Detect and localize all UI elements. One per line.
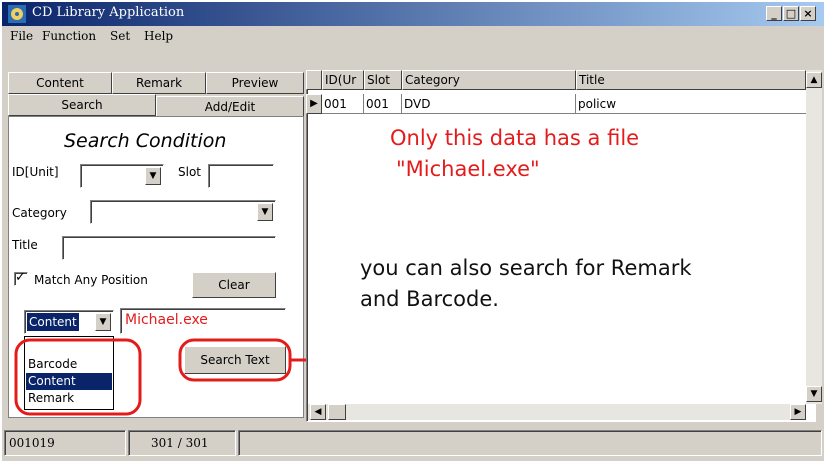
scroll-up-button[interactable]: ▲	[806, 72, 822, 88]
dropdown-highlight-oval	[14, 338, 142, 416]
horizontal-scroll-thumb[interactable]	[328, 404, 346, 420]
column-header-id[interactable]: ID(Ur	[322, 70, 364, 90]
scroll-down-button[interactable]: ▼	[806, 386, 822, 402]
row-selector-icon[interactable]: ▶	[306, 94, 322, 114]
annotation-note-1-line-2: "Michael.exe"	[396, 157, 540, 181]
cell-id[interactable]: 001	[322, 94, 364, 114]
annotation-note-2-line-1: you can also search for Remark	[360, 256, 692, 280]
cell-title[interactable]: policw	[576, 94, 806, 114]
column-header-category[interactable]: Category	[402, 70, 576, 90]
status-extra	[238, 430, 822, 456]
search-button-highlight-oval	[178, 338, 292, 382]
scroll-left-button[interactable]: ◀	[310, 404, 326, 420]
column-header-title[interactable]: Title	[576, 70, 806, 90]
cell-slot[interactable]: 001	[364, 94, 402, 114]
results-grid[interactable]	[306, 70, 816, 422]
status-record-id: 001019	[4, 430, 126, 456]
annotation-note-1-line-1: Only this data has a file	[390, 126, 640, 150]
status-record-count: 301 / 301	[128, 430, 236, 456]
column-header-slot[interactable]: Slot	[364, 70, 402, 90]
annotation-note-2-line-2: and Barcode.	[360, 287, 499, 311]
vertical-scrollbar[interactable]	[806, 70, 822, 404]
cell-category[interactable]: DVD	[402, 94, 576, 114]
scroll-right-button[interactable]: ▶	[790, 404, 806, 420]
horizontal-scrollbar[interactable]	[308, 404, 806, 420]
grid-corner	[306, 70, 322, 90]
